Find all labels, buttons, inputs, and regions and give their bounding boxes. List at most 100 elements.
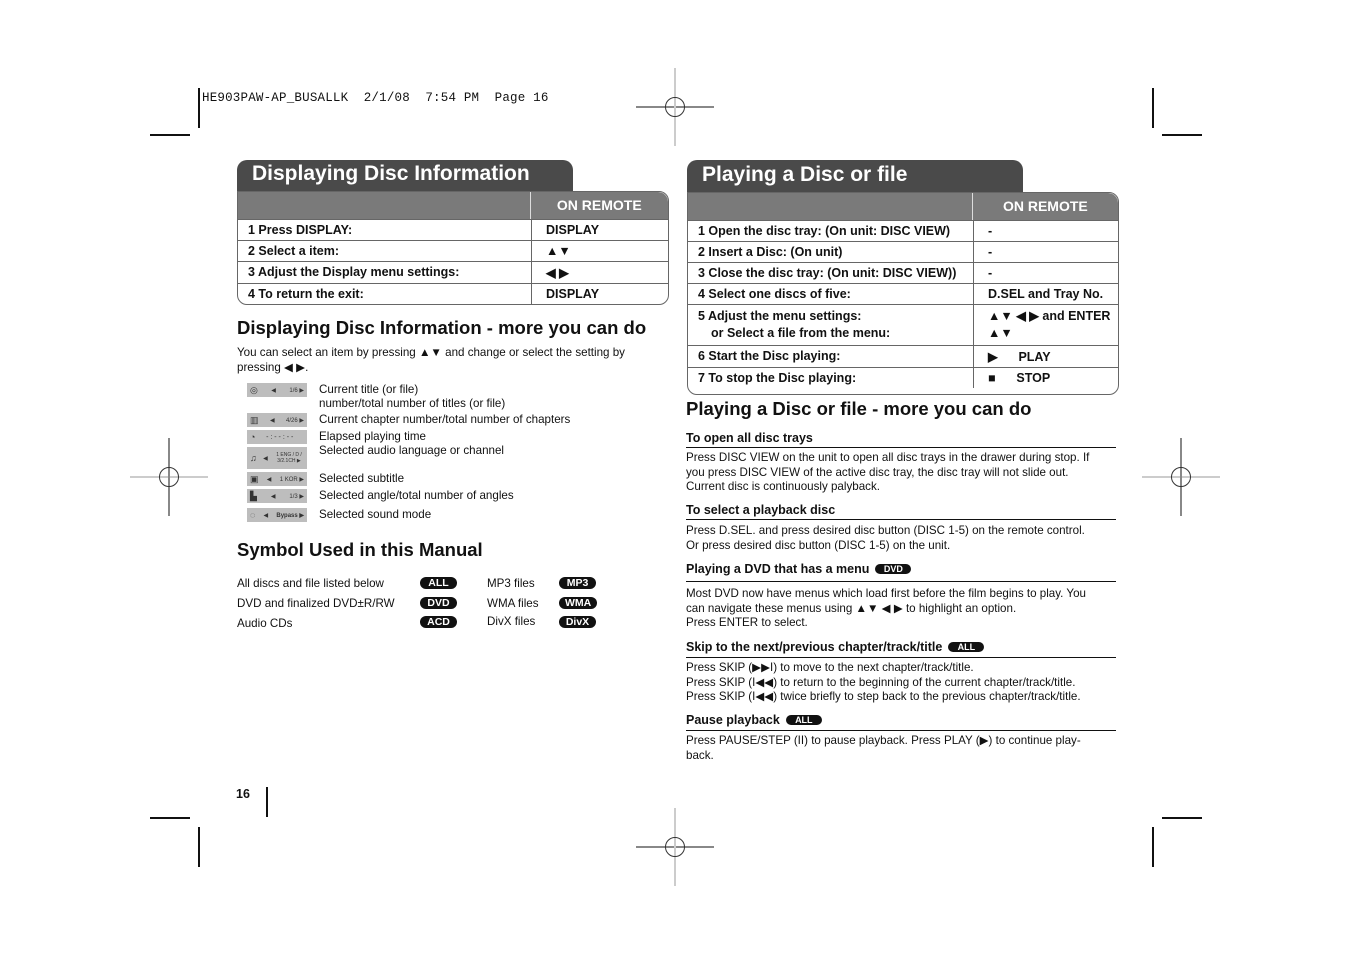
osd-angle-display: ▙ ◀ 1/3 ▶ bbox=[247, 489, 307, 503]
clock-icon: ◔ bbox=[250, 432, 256, 442]
badge-all: ALL bbox=[420, 577, 457, 589]
badge-mp3: MP3 bbox=[559, 577, 596, 589]
item-description: Selected sound mode bbox=[319, 508, 432, 521]
step-label: 2 Insert a Disc: (On unit) bbox=[688, 242, 974, 262]
badge-dvd: DVD bbox=[875, 564, 912, 574]
osd-left-arrow: ◀ bbox=[263, 455, 268, 462]
remote-key: - bbox=[988, 266, 993, 280]
subtitle-icon: ▣ bbox=[250, 473, 259, 484]
subsection-body: Press PAUSE/STEP (II) to pause playback.… bbox=[686, 734, 1116, 763]
registration-mark-left bbox=[130, 438, 208, 516]
table-row: 2 Insert a Disc: (On unit) - bbox=[688, 241, 1118, 262]
symbol-badge-wrap: ACD bbox=[420, 615, 457, 628]
item-description: Current title (or file) number/total numb… bbox=[319, 383, 505, 412]
table-row: 4 Select one discs of five: D.SEL and Tr… bbox=[688, 283, 1118, 304]
subsection-heading: Skip to the next/previous chapter/track/… bbox=[686, 640, 1116, 658]
symbol-row: MP3 files bbox=[487, 577, 535, 590]
symbol-label: DivX files bbox=[487, 615, 536, 628]
item-description: Selected subtitle bbox=[319, 472, 405, 485]
subsection-body: Most DVD now have menus which load first… bbox=[686, 587, 1116, 631]
subsection-body: Press DISC VIEW on the unit to open all … bbox=[686, 451, 1116, 495]
remote-key-multi: ▲▼ ◀ ▶ and ENTER ▲▼ bbox=[974, 305, 1110, 345]
crop-mark bbox=[150, 817, 190, 819]
remote-key: DISPLAY bbox=[546, 287, 600, 301]
page-number: 16 bbox=[236, 787, 250, 801]
symbol-badge-wrap: ALL bbox=[420, 576, 457, 589]
subsection-title: Pause playback bbox=[686, 713, 780, 727]
osd-left-arrow: ◀ bbox=[270, 493, 276, 500]
symbol-label: DVD and finalized DVD±R/RW bbox=[237, 597, 395, 610]
step-label: 1 Press DISPLAY: bbox=[238, 220, 532, 240]
badge-acd: ACD bbox=[420, 616, 457, 628]
subsection-title: Playing a DVD that has a menu bbox=[686, 562, 870, 576]
more-you-can-do-heading: Displaying Disc Information - more you c… bbox=[237, 317, 647, 338]
subsection-body: Press D.SEL. and press desired disc butt… bbox=[686, 524, 1116, 553]
symbol-badge-wrap: DivX bbox=[559, 615, 596, 628]
chapter-icon: ▥ bbox=[250, 414, 259, 425]
body-line: Press ENTER to select. bbox=[686, 616, 808, 630]
print-slug: HE903PAW-AP_BUSALLK 2/1/08 7:54 PM Page … bbox=[202, 91, 549, 105]
step-label: 4 Select one discs of five: bbox=[688, 284, 974, 304]
symbol-label: MP3 files bbox=[487, 577, 535, 590]
body-line: Press SKIP (▶▶I) to move to the next cha… bbox=[686, 661, 974, 674]
body-line: back. bbox=[686, 748, 714, 762]
osd-value: - : - - : - - bbox=[266, 433, 294, 441]
subsection-title: To open all disc trays bbox=[686, 431, 813, 445]
registration-mark-top bbox=[636, 68, 714, 146]
body-line: Press SKIP (I◀◀) to return to the beginn… bbox=[686, 675, 1076, 689]
osd-value: 1 ENG / D / 3/2.1CH ▶ bbox=[276, 452, 302, 464]
badge-all: ALL bbox=[785, 715, 822, 725]
body-line: Press DISC VIEW on the unit to open all … bbox=[686, 451, 1090, 464]
symbols-heading: Symbol Used in this Manual bbox=[237, 539, 483, 560]
intro-line: You can select an item by pressing ▲▼ an… bbox=[237, 346, 625, 359]
page-number-rule bbox=[266, 787, 268, 817]
osd-value: 1 KOR ▶ bbox=[279, 476, 304, 483]
osd-value: 1/6 ▶ bbox=[289, 387, 304, 394]
badge-divx: DivX bbox=[559, 616, 596, 628]
remote-key: ◀ ▶ bbox=[546, 266, 569, 280]
display-command-table: ON REMOTE 1 Press DISPLAY: DISPLAY 2 Sel… bbox=[237, 191, 669, 305]
subsection-title: Skip to the next/previous chapter/track/… bbox=[686, 640, 943, 654]
remote-key: D.SEL and Tray No. bbox=[988, 287, 1104, 301]
table-row: 1 Open the disc tray: (On unit: DISC VIE… bbox=[688, 220, 1118, 241]
remote-key: ▶ PLAY bbox=[988, 350, 1051, 364]
step-label: 2 Select a item: bbox=[238, 241, 532, 261]
symbol-row: DivX files bbox=[487, 615, 535, 628]
step-label: 3 Adjust the Display menu settings: bbox=[238, 262, 532, 283]
symbol-row: WMA files bbox=[487, 597, 539, 610]
subsection-heading: To select a playback disc bbox=[686, 503, 1116, 520]
osd-left-arrow: ◀ bbox=[269, 417, 275, 424]
symbol-row: All discs and file listed below bbox=[237, 577, 384, 590]
table-header: ON REMOTE bbox=[688, 193, 1118, 220]
audio-icon: ♫ bbox=[250, 453, 257, 463]
osd-chapter-display: ▥ ◀ 4/26 ▶ bbox=[247, 413, 307, 427]
registration-mark-right bbox=[1142, 438, 1220, 516]
remote-line: ▲▼ ◀ ▶ and ENTER bbox=[988, 309, 1111, 323]
remote-key: - bbox=[988, 224, 993, 238]
body-line: Press SKIP (I◀◀) twice briefly to step b… bbox=[686, 690, 1081, 704]
badge-all: ALL bbox=[948, 642, 985, 652]
remote-key: ▲▼ bbox=[546, 244, 571, 258]
crop-mark bbox=[1162, 134, 1202, 136]
symbol-label: WMA files bbox=[487, 597, 539, 610]
body-line: Most DVD now have menus which load first… bbox=[686, 587, 1086, 600]
osd-value: 4/26 ▶ bbox=[286, 417, 304, 424]
symbol-badge-wrap: MP3 bbox=[559, 576, 596, 589]
symbol-badge-wrap: WMA bbox=[559, 596, 598, 609]
item-description: Selected audio language or channel bbox=[319, 444, 505, 457]
table-row: 7 To stop the Disc playing: ■ STOP bbox=[688, 367, 1118, 394]
table-header: ON REMOTE bbox=[238, 192, 668, 219]
section-title-playing-disc: Playing a Disc or file bbox=[687, 160, 1023, 194]
desc-line: number/total number of titles (or file) bbox=[319, 397, 506, 411]
title-disc-icon: ◎ bbox=[250, 384, 258, 395]
item-description: Selected angle/total number of angles bbox=[319, 489, 514, 502]
step-line: or Select a file from the menu: bbox=[711, 326, 891, 340]
subsection-body: Press SKIP (▶▶I) to move to the next cha… bbox=[686, 661, 1116, 705]
crop-mark bbox=[1162, 817, 1202, 819]
osd-sound-display: ◌ ◀ Bypass ▶ bbox=[247, 508, 307, 522]
osd-subtitle-display: ▣ ◀ 1 KOR ▶ bbox=[247, 472, 307, 486]
osd-audio-display: ♫ ◀ 1 ENG / D / 3/2.1CH ▶ bbox=[247, 447, 307, 469]
on-remote-header: ON REMOTE bbox=[1002, 198, 1088, 214]
body-line: Current disc is continuously palyback. bbox=[686, 480, 880, 494]
subsection-heading: Pause playback ALL bbox=[686, 713, 1116, 731]
